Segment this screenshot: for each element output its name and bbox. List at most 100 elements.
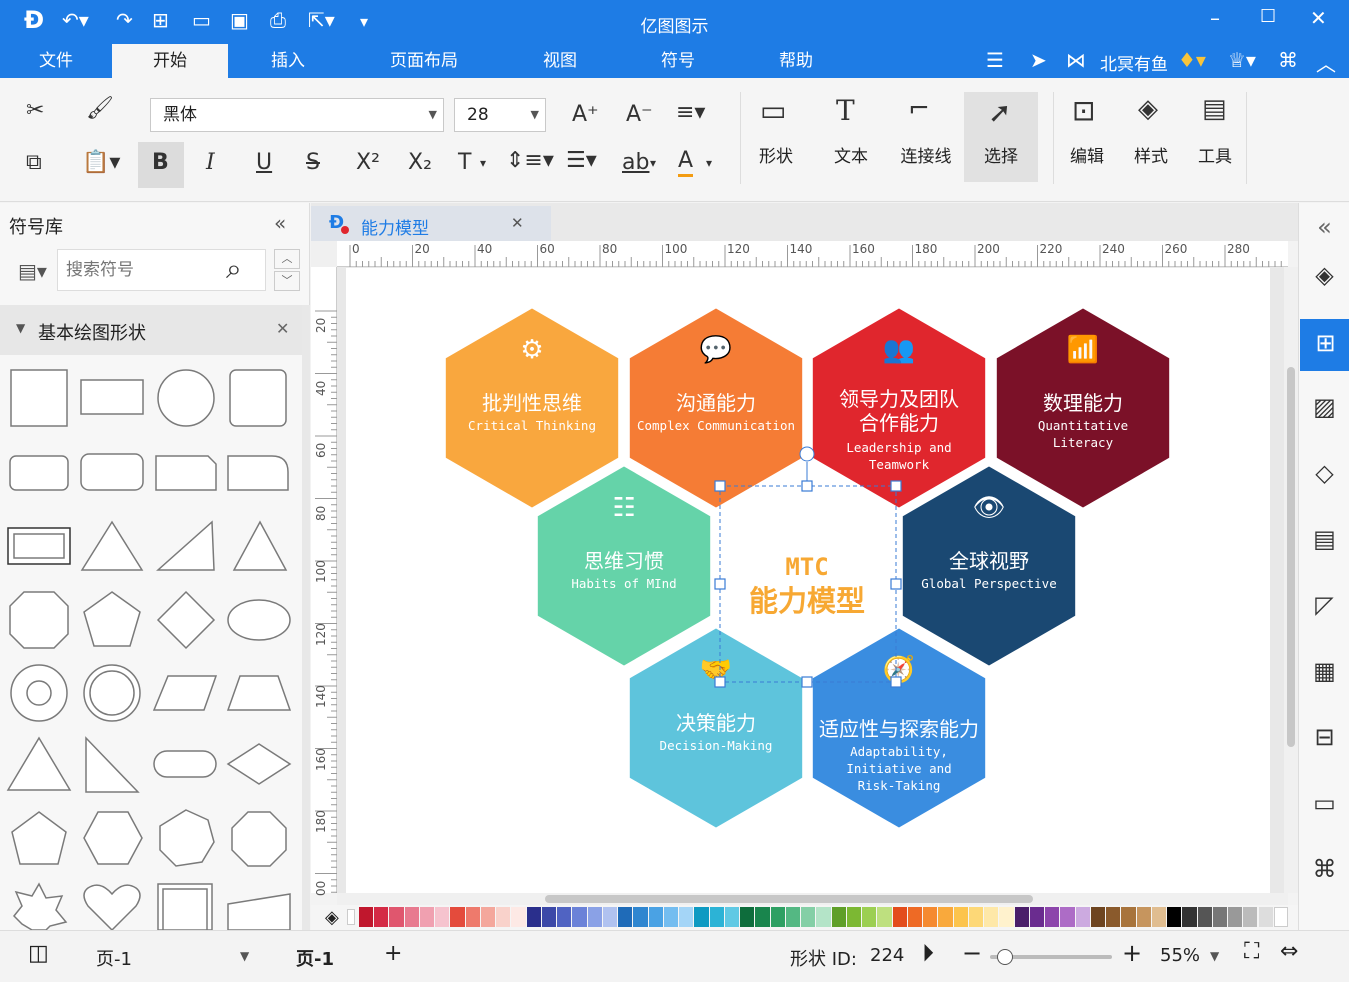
maximize-icon[interactable]: ☐ — [1260, 6, 1276, 27]
shape-parallelogram[interactable] — [152, 675, 218, 711]
menu-help[interactable]: 帮助 — [758, 44, 834, 78]
menu-file[interactable]: 文件 — [18, 44, 94, 78]
chevron-down-icon[interactable]: ▾ — [480, 156, 486, 170]
font-color-button[interactable]: A — [678, 148, 694, 177]
color-swatch[interactable] — [1136, 907, 1151, 927]
shape-triangle-2[interactable] — [6, 736, 72, 791]
color-swatch[interactable] — [953, 907, 968, 927]
menu-page-layout[interactable]: 页面布局 — [374, 44, 474, 78]
shape-pentagon[interactable] — [83, 591, 141, 647]
library-scrollbar[interactable] — [302, 305, 310, 930]
user-name[interactable]: 北冥有鱼 — [1100, 50, 1168, 75]
menu-symbol[interactable]: 符号 — [640, 44, 716, 78]
bold-button[interactable]: B — [138, 142, 184, 188]
color-swatch[interactable] — [785, 907, 801, 927]
color-swatch[interactable] — [1014, 907, 1029, 927]
shape-isosceles[interactable] — [232, 520, 288, 571]
shape-right-triangle-2[interactable] — [85, 736, 140, 793]
shape-heptagon[interactable] — [159, 809, 215, 867]
resize-handle-n[interactable] — [801, 480, 813, 492]
tools-icon[interactable]: ▤ — [1202, 94, 1227, 124]
color-swatch[interactable] — [1197, 907, 1212, 927]
color-swatch[interactable] — [663, 907, 679, 927]
menu-view[interactable]: 视图 — [522, 44, 598, 78]
page-icon[interactable]: ▤ — [1299, 525, 1349, 553]
shrink-font-icon[interactable]: A⁻ — [626, 102, 653, 127]
add-page-icon[interactable]: + — [384, 941, 402, 966]
shape-hexagon[interactable] — [83, 811, 143, 865]
color-swatch[interactable] — [862, 907, 877, 927]
color-swatch[interactable] — [755, 907, 770, 927]
shape-pentagon-2[interactable] — [11, 811, 67, 865]
center-subtitle[interactable]: 能力模型 — [749, 584, 865, 618]
color-swatch[interactable] — [419, 907, 435, 927]
play-icon[interactable]: ⏵ — [922, 939, 934, 967]
shape-square[interactable] — [10, 369, 68, 427]
italic-button[interactable]: I — [206, 150, 215, 175]
table-icon[interactable]: ▦ — [1299, 657, 1349, 685]
color-swatch[interactable] — [968, 907, 984, 927]
shape-star-burst[interactable] — [12, 882, 68, 930]
close-category-icon[interactable]: ✕ — [276, 319, 289, 338]
edit-icon[interactable]: ⊡ — [1072, 94, 1095, 127]
select-button[interactable]: ➚ 选择 — [964, 92, 1038, 182]
menu-insert[interactable]: 插入 — [250, 44, 326, 78]
zoom-level[interactable]: 55% — [1160, 945, 1200, 966]
fullscreen-icon[interactable]: ⛶ — [1244, 939, 1259, 964]
drawing-page[interactable]: ⚙ 批判性思维 Critical Thinking 💬 沟通能力 Complex Comm… — [346, 268, 1270, 893]
zoom-out-icon[interactable]: − — [962, 939, 982, 967]
color-swatch[interactable] — [1228, 907, 1243, 927]
color-swatch[interactable] — [1090, 907, 1106, 927]
zoom-slider[interactable] — [990, 949, 1112, 965]
color-swatch[interactable] — [816, 907, 831, 927]
chevron-down-icon[interactable]: ▼ — [1210, 949, 1219, 963]
zoom-slider-thumb[interactable] — [996, 949, 1013, 965]
color-swatch[interactable] — [1106, 907, 1121, 927]
color-swatch[interactable] — [602, 907, 618, 927]
apps-icon[interactable]: ⌘ — [1278, 48, 1298, 72]
no-fill-swatch[interactable] — [347, 909, 355, 925]
horizontal-scrollbar[interactable] — [337, 893, 1288, 905]
library-category-header[interactable]: ▼ 基本绘图形状 ✕ — [0, 305, 302, 355]
zoom-in-icon[interactable]: + — [1122, 939, 1142, 967]
font-name-select[interactable]: 黑体 ▼ — [150, 98, 444, 132]
color-swatch[interactable] — [435, 907, 450, 927]
shape-trapezoid[interactable] — [226, 675, 292, 711]
close-tab-icon[interactable]: ✕ — [511, 214, 524, 232]
grow-font-icon[interactable]: A⁺ — [572, 102, 599, 127]
search-icon[interactable]: ⌕ — [226, 252, 242, 286]
superscript-button[interactable]: X² — [356, 150, 380, 175]
color-swatch[interactable] — [572, 907, 587, 927]
bullet-list-icon[interactable]: ☰▾ — [566, 148, 597, 173]
color-swatch[interactable] — [770, 907, 785, 927]
shape-rectangle[interactable] — [80, 379, 144, 415]
color-swatch[interactable] — [648, 907, 663, 927]
color-swatch[interactable] — [877, 907, 892, 927]
color-swatch[interactable] — [1045, 907, 1060, 927]
color-swatch[interactable] — [999, 907, 1014, 927]
theme-icon[interactable]: ♕▾ — [1228, 48, 1256, 72]
color-swatch[interactable] — [557, 907, 572, 927]
color-swatch[interactable] — [1273, 907, 1288, 927]
page-panel-icon[interactable]: ◫ — [28, 941, 49, 966]
color-swatch[interactable] — [938, 907, 953, 927]
subscript-button[interactable]: X₂ — [408, 150, 432, 175]
resize-handle-se[interactable] — [890, 676, 902, 688]
vertical-scroll-thumb[interactable] — [1287, 367, 1295, 747]
color-swatch[interactable] — [846, 907, 862, 927]
shape-triangle[interactable] — [80, 520, 144, 571]
resize-handle-e[interactable] — [890, 578, 902, 590]
resize-handle-sw[interactable] — [714, 676, 726, 688]
fill-icon[interactable]: ◈ — [1299, 261, 1349, 289]
color-swatch[interactable] — [801, 907, 816, 927]
color-swatch[interactable] — [831, 907, 846, 927]
presentation-icon[interactable]: ▭ — [1299, 789, 1349, 817]
library-search-box[interactable]: ⌕ — [57, 249, 266, 291]
color-swatch[interactable] — [526, 907, 541, 927]
collapse-panel-icon[interactable]: « — [274, 211, 286, 235]
color-swatch[interactable] — [1075, 907, 1090, 927]
color-swatch[interactable] — [511, 907, 526, 927]
shape-icon[interactable]: ▭ — [760, 94, 786, 127]
color-swatch[interactable] — [389, 907, 404, 927]
collapse-ribbon-icon[interactable]: ︿ — [1316, 48, 1336, 77]
